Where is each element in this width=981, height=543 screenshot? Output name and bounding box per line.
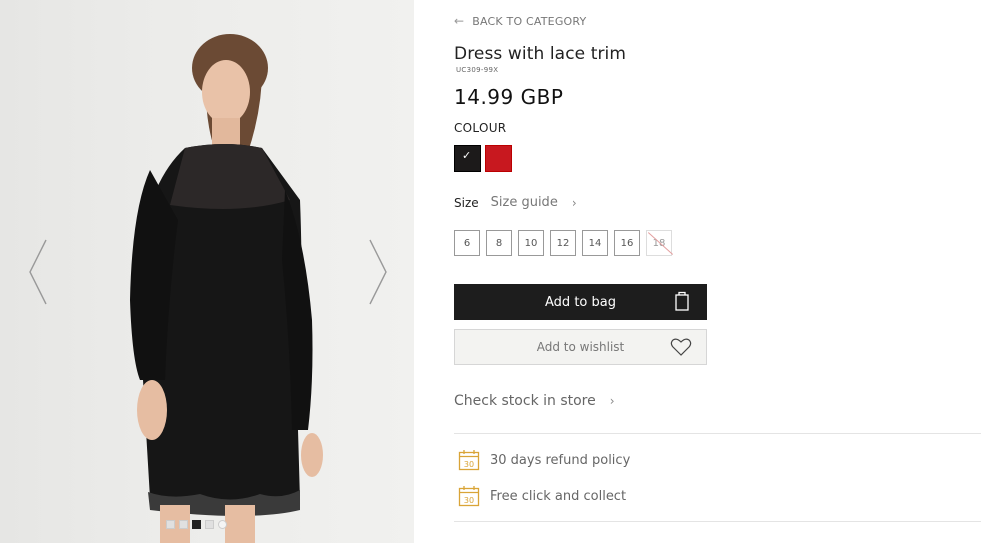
size-option[interactable]: 16 <box>614 230 640 256</box>
colour-swatch-black[interactable]: ✓ <box>454 145 481 172</box>
product-title: Dress with lace trim <box>454 44 627 64</box>
calendar-30-icon: 30 <box>458 450 480 471</box>
size-label: Size <box>454 195 479 210</box>
add-to-wishlist-label: Add to wishlist <box>536 340 625 354</box>
size-header: Size Size guide › <box>454 195 577 210</box>
size-option[interactable]: 6 <box>454 230 480 256</box>
colour-label: COLOUR <box>454 121 507 135</box>
shopping-bag-icon <box>675 291 689 311</box>
size-option[interactable]: 8 <box>486 230 512 256</box>
divider <box>454 433 981 434</box>
previous-image-arrow-icon[interactable] <box>26 238 50 306</box>
back-to-category-link[interactable]: ← BACK TO CATEGORY <box>454 14 586 28</box>
calendar-30-icon: 30 <box>458 486 480 507</box>
add-to-wishlist-button[interactable]: Add to wishlist <box>454 329 707 365</box>
product-image-gallery <box>0 0 414 543</box>
perk-label: 30 days refund policy <box>490 452 631 468</box>
colour-swatch-red[interactable] <box>485 145 512 172</box>
chevron-right-icon: › <box>609 394 615 408</box>
add-to-bag-label: Add to bag <box>545 294 616 310</box>
back-label: BACK TO CATEGORY <box>472 14 587 28</box>
product-sku: UC309-99X <box>456 66 499 74</box>
check-icon: ✓ <box>462 149 472 162</box>
add-to-bag-button[interactable]: Add to bag <box>454 284 707 320</box>
heart-icon <box>670 338 692 356</box>
gallery-dot-active[interactable] <box>192 520 201 529</box>
svg-text:30: 30 <box>464 496 474 505</box>
perk-click-and-collect: 30 Free click and collect <box>458 485 626 507</box>
check-stock-label: Check stock in store <box>454 393 596 409</box>
size-options: 6 8 10 12 14 16 18 <box>454 230 672 256</box>
perk-label: Free click and collect <box>490 488 627 504</box>
gallery-dot[interactable] <box>205 520 214 529</box>
svg-text:30: 30 <box>464 460 474 469</box>
product-photo <box>130 34 323 543</box>
gallery-dot[interactable] <box>218 520 227 529</box>
product-price: 14.99 GBP <box>454 85 564 109</box>
perk-refund-policy: 30 30 days refund policy <box>458 449 630 471</box>
next-image-arrow-icon[interactable] <box>366 238 390 306</box>
gallery-dot[interactable] <box>166 520 175 529</box>
size-option[interactable]: 10 <box>518 230 544 256</box>
product-details-panel: ← BACK TO CATEGORY Dress with lace trim … <box>454 0 981 543</box>
gallery-pagination <box>166 520 227 529</box>
gallery-dot[interactable] <box>179 520 188 529</box>
divider <box>454 521 981 522</box>
check-stock-link[interactable]: Check stock in store › <box>454 393 615 409</box>
size-option-unavailable: 18 <box>646 230 672 256</box>
back-arrow-icon: ← <box>454 14 465 28</box>
size-guide-link[interactable]: Size guide <box>491 195 558 210</box>
chevron-right-icon[interactable]: › <box>572 196 577 210</box>
size-option[interactable]: 12 <box>550 230 576 256</box>
size-option[interactable]: 14 <box>582 230 608 256</box>
